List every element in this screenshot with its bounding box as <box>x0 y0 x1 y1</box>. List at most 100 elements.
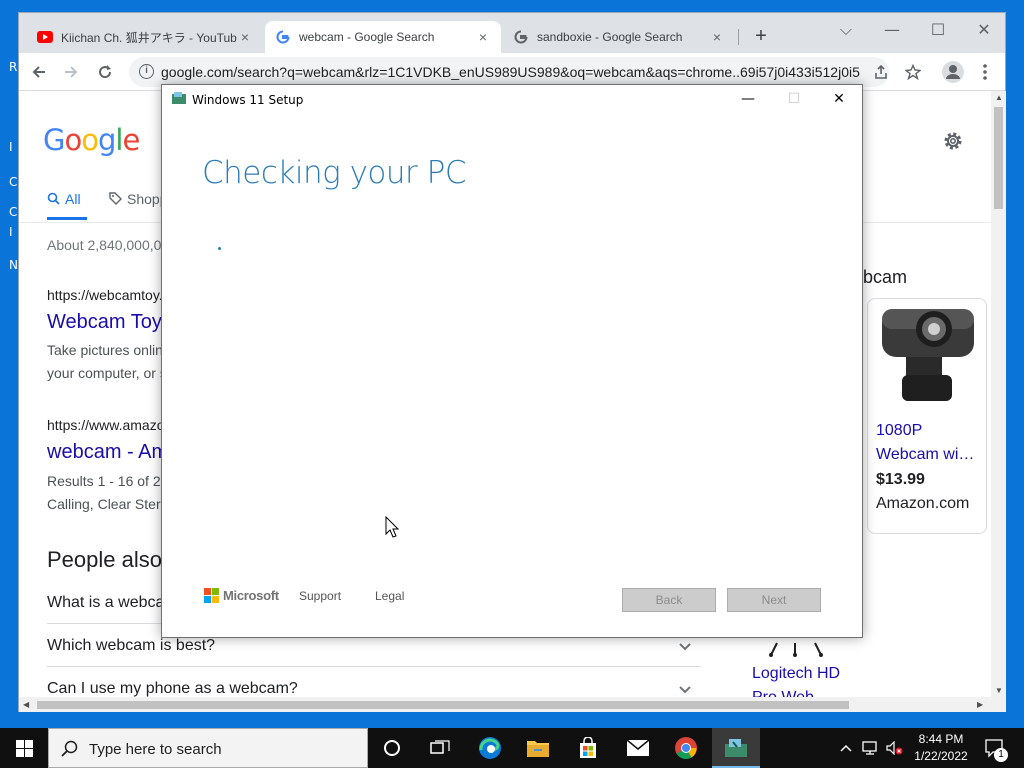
product-title-link[interactable]: 1080P Webcam wi… <box>876 419 982 467</box>
new-tab-button[interactable]: + <box>749 25 773 49</box>
volume-tray[interactable] <box>884 728 906 768</box>
close-window-button[interactable]: ✕ <box>961 17 1007 45</box>
desktop-icon-label[interactable]: R <box>9 60 17 74</box>
chrome-menu-button[interactable] <box>971 59 999 85</box>
desktop-icon-label[interactable]: I <box>9 225 13 239</box>
paa-question-text: What is a webca <box>47 594 165 611</box>
tab-close-button[interactable]: × <box>709 29 725 45</box>
vertical-scroll-thumb[interactable] <box>994 107 1003 209</box>
tab-youtube[interactable]: Kiichan Ch. 狐井アキラ - YouTube × <box>27 21 263 53</box>
profile-button[interactable] <box>939 59 967 85</box>
horizontal-scrollbar[interactable]: ◀ ▶ <box>19 697 1006 712</box>
reload-icon <box>99 65 112 79</box>
result-snippet: your computer, or s <box>47 365 167 381</box>
taskbar-windows-setup[interactable] <box>712 728 760 768</box>
back-button[interactable] <box>25 59 53 85</box>
maximize-button[interactable]: ☐ <box>915 17 961 45</box>
tab-search-dropdown[interactable]: ⌵ <box>823 17 869 45</box>
windows-setup-icon <box>725 739 747 757</box>
minimize-button[interactable]: — <box>869 17 915 45</box>
tab-close-button[interactable]: × <box>237 29 253 45</box>
taskbar-mail[interactable] <box>614 728 662 768</box>
setup-titlebar[interactable]: Windows 11 Setup — ☐ ✕ <box>162 85 862 115</box>
setup-minimize-button[interactable]: — <box>725 85 771 115</box>
kebab-menu-icon <box>983 64 987 80</box>
product-price: $13.99 <box>876 471 925 488</box>
support-link[interactable]: Support <box>299 589 341 603</box>
search-icon <box>47 192 60 205</box>
google-icon <box>513 29 529 45</box>
tab-close-button[interactable]: × <box>475 29 491 45</box>
result-title-link[interactable]: webcam - Am <box>47 441 168 464</box>
scroll-left-arrow-icon[interactable]: ◀ <box>23 700 29 709</box>
product-card[interactable]: 1080P Webcam wi… $13.99 Amazon.com <box>867 298 987 534</box>
volume-muted-icon <box>886 741 903 755</box>
legal-link[interactable]: Legal <box>375 589 404 603</box>
desktop-icon-label[interactable]: C <box>9 205 17 219</box>
windows-logo-icon <box>15 739 33 757</box>
desktop-icon-label[interactable]: C <box>9 175 17 189</box>
result-url[interactable]: https://www.amazo <box>47 417 165 433</box>
result-stats: About 2,840,000,0 <box>47 237 162 253</box>
taskbar-search-box[interactable]: Type here to search <box>48 728 368 768</box>
share-button[interactable] <box>867 59 895 85</box>
network-icon <box>862 741 877 755</box>
tab-shopping[interactable]: Shopp <box>109 191 167 207</box>
bookmark-button[interactable] <box>899 59 927 85</box>
task-view-button[interactable] <box>416 728 464 768</box>
mail-icon <box>626 739 650 756</box>
result-url[interactable]: https://webcamtoy. <box>47 287 163 303</box>
cortana-button[interactable] <box>368 728 416 768</box>
product-title-link[interactable]: Logitech HD Pro Web <box>752 662 840 697</box>
setup-app-icon <box>172 92 186 104</box>
setup-close-button[interactable]: ✕ <box>816 85 862 115</box>
scroll-up-arrow-icon[interactable]: ▲ <box>995 93 1003 102</box>
search-placeholder: Type here to search <box>89 741 222 758</box>
settings-gear-icon[interactable] <box>941 129 965 153</box>
horizontal-scroll-thumb[interactable] <box>37 701 849 709</box>
store-icon <box>580 737 596 758</box>
product-title-line: Logitech HD <box>752 665 841 682</box>
profile-avatar-icon <box>942 61 964 83</box>
tab-title: sandboxie - Google Search <box>537 30 683 44</box>
site-info-icon[interactable]: i <box>139 64 154 79</box>
tab-all[interactable]: All <box>47 191 81 207</box>
desktop-icon-label[interactable]: I <box>9 140 13 154</box>
tab-all-label: All <box>65 191 81 207</box>
cortana-icon <box>384 740 400 756</box>
desktop-icon-label[interactable]: N <box>9 258 18 272</box>
product-store: Amazon.com <box>876 495 970 512</box>
vertical-scrollbar[interactable]: ▲ ▼ <box>991 91 1006 697</box>
start-button[interactable] <box>0 728 48 768</box>
address-bar-url[interactable]: google.com/search?q=webcam&rlz=1C1VDKB_e… <box>161 64 861 80</box>
setup-maximize-button: ☐ <box>787 91 801 107</box>
result-snippet: Calling, Clear Stere <box>47 496 169 512</box>
scroll-right-arrow-icon[interactable]: ▶ <box>977 700 983 709</box>
result-title-link[interactable]: Webcam Toy <box>47 311 162 334</box>
google-logo[interactable]: Google <box>43 123 140 157</box>
address-bar[interactable]: i google.com/search?q=webcam&rlz=1C1VDKB… <box>129 57 889 87</box>
task-view-icon <box>430 740 450 754</box>
taskbar-clock[interactable]: 8:44 PM 1/22/2022 <box>906 731 976 765</box>
action-center-button[interactable]: 1 <box>980 728 1008 768</box>
edge-icon <box>479 737 501 759</box>
star-icon <box>905 64 921 80</box>
mouse-cursor-icon <box>385 516 399 538</box>
forward-arrow-icon <box>65 66 78 78</box>
paa-question[interactable]: Can I use my phone as a webcam? <box>47 668 701 697</box>
search-icon <box>61 740 78 757</box>
reload-button[interactable] <box>91 59 119 85</box>
scroll-down-arrow-icon[interactable]: ▼ <box>995 686 1003 695</box>
taskbar-edge[interactable] <box>466 728 514 768</box>
taskbar-store[interactable] <box>564 728 612 768</box>
show-hidden-icons[interactable] <box>834 728 858 768</box>
tab-webcam-search[interactable]: webcam - Google Search × <box>265 21 501 53</box>
tab-sandboxie-search[interactable]: sandboxie - Google Search × <box>503 21 735 53</box>
taskbar-file-explorer[interactable] <box>514 728 562 768</box>
forward-button[interactable] <box>57 59 85 85</box>
notification-count-badge: 1 <box>994 748 1008 762</box>
taskbar-chrome[interactable] <box>662 728 710 768</box>
microsoft-wordmark: Microsoft <box>223 588 279 603</box>
network-tray[interactable] <box>860 728 882 768</box>
result-snippet: Results 1 - 16 of 2 <box>47 473 161 489</box>
